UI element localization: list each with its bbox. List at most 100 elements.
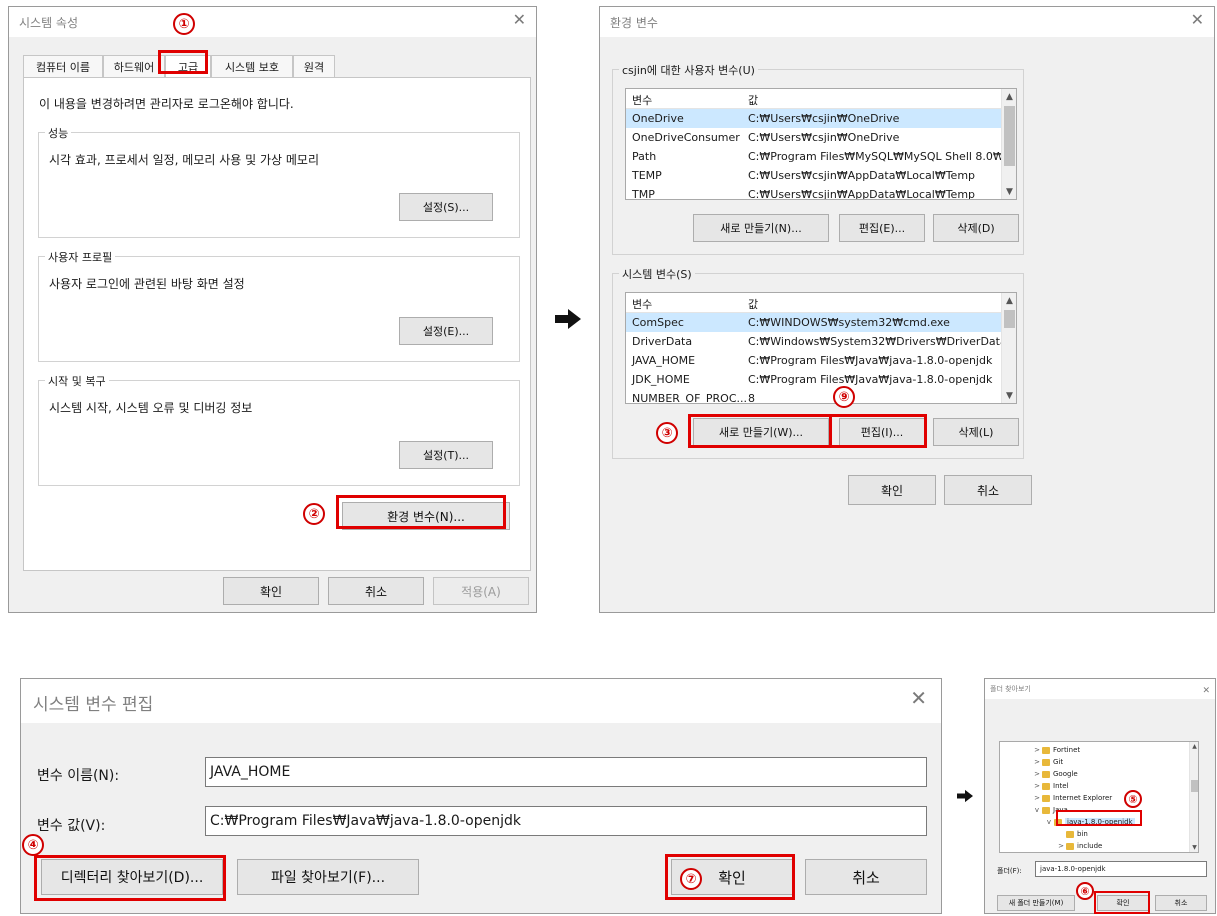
- scroll-up-icon[interactable]: ▲: [1002, 293, 1016, 308]
- browse-file-button[interactable]: 파일 찾아보기(F)...: [237, 859, 419, 895]
- cancel-button[interactable]: 취소: [805, 859, 927, 895]
- variable-name: OneDriveConsumer: [632, 131, 740, 144]
- apply-button[interactable]: 적용(A): [433, 577, 529, 605]
- user-edit-button[interactable]: 편집(E)...: [839, 214, 925, 242]
- variable-name: DriverData: [632, 335, 693, 348]
- chevron-right-icon[interactable]: >: [1032, 770, 1042, 778]
- tree-item-label: bin: [1077, 830, 1088, 838]
- startup-recovery-settings-button[interactable]: 설정(T)...: [399, 441, 493, 469]
- tab-remote[interactable]: 원격: [293, 55, 335, 77]
- new-folder-button[interactable]: 새 폴더 만들기(M): [997, 895, 1075, 911]
- scroll-down-icon[interactable]: ▼: [1190, 843, 1198, 852]
- system-delete-button[interactable]: 삭제(L): [933, 418, 1019, 446]
- column-variable[interactable]: 변수: [632, 296, 652, 312]
- step-5-badge: ⑤: [1124, 790, 1142, 808]
- column-variable[interactable]: 변수: [632, 92, 652, 108]
- folder-field[interactable]: java-1.8.0-openjdk: [1035, 861, 1207, 877]
- folder-icon: [1042, 758, 1050, 766]
- chevron-down-icon[interactable]: v: [1044, 818, 1054, 826]
- performance-group: 성능 시각 효과, 프로세서 일정, 메모리 사용 및 가상 메모리 설정(S)…: [38, 125, 520, 238]
- chevron-right-icon[interactable]: >: [1032, 758, 1042, 766]
- vertical-scrollbar[interactable]: ▲ ▼: [1001, 89, 1016, 199]
- variable-name: Path: [632, 150, 657, 163]
- tree-item[interactable]: > Git: [1000, 756, 1063, 768]
- chevron-down-icon[interactable]: v: [1032, 806, 1042, 814]
- performance-settings-button[interactable]: 설정(S)...: [399, 193, 493, 221]
- list-item[interactable]: Path C:₩Program Files₩MySQL₩MySQL Shell …: [626, 147, 1014, 166]
- cancel-button[interactable]: 취소: [1155, 895, 1207, 911]
- list-header: 변수 값: [626, 293, 1001, 313]
- user-profile-desc: 사용자 로그인에 관련된 바탕 화면 설정: [49, 277, 245, 291]
- scroll-thumb[interactable]: [1191, 780, 1198, 792]
- window-title: 폴더 찾아보기: [990, 685, 1031, 693]
- chevron-right-icon[interactable]: >: [1056, 842, 1066, 850]
- list-item[interactable]: TEMP C:₩Users₩csjin₩AppData₩Local₩Temp: [626, 166, 1001, 185]
- folder-icon: [1042, 794, 1050, 802]
- chevron-right-icon[interactable]: >: [1032, 794, 1042, 802]
- close-icon[interactable]: ✕: [1202, 682, 1210, 700]
- column-value[interactable]: 값: [748, 92, 758, 108]
- startup-recovery-title: 시작 및 복구: [45, 373, 109, 389]
- list-item[interactable]: JDK_HOME C:₩Program Files₩Java₩java-1.8.…: [626, 370, 1001, 389]
- list-item[interactable]: OneDriveConsumer C:₩Users₩csjin₩OneDrive: [626, 128, 1001, 147]
- list-item[interactable]: JAVA_HOME C:₩Program Files₩Java₩java-1.8…: [626, 351, 1001, 370]
- step-4-highlight: [34, 855, 226, 901]
- scroll-thumb[interactable]: [1004, 310, 1015, 328]
- user-variables-group: csjin에 대한 사용자 변수(U) 변수 값 OneDrive C:₩Use…: [612, 62, 1024, 255]
- chevron-right-icon[interactable]: >: [1032, 782, 1042, 790]
- scroll-down-icon[interactable]: ▼: [1002, 184, 1016, 199]
- step-9-highlight: [829, 414, 927, 448]
- variable-name: ComSpec: [632, 316, 684, 329]
- tab-hardware[interactable]: 하드웨어: [103, 55, 165, 77]
- scroll-up-icon[interactable]: ▲: [1002, 89, 1016, 104]
- variable-name-field[interactable]: JAVA_HOME: [205, 757, 927, 787]
- tree-item-label: Git: [1053, 758, 1064, 766]
- close-icon[interactable]: ✕: [1191, 11, 1204, 29]
- list-item[interactable]: OneDrive C:₩Users₩csjin₩OneDrive: [626, 109, 1001, 128]
- ok-button[interactable]: 확인: [223, 577, 319, 605]
- tree-item[interactable]: bin: [1000, 828, 1088, 840]
- variable-name: JDK_HOME: [632, 373, 690, 386]
- admin-notice: 이 내용을 변경하려면 관리자로 로그온해야 합니다.: [39, 97, 294, 111]
- list-item[interactable]: ComSpec C:₩WINDOWS₩system32₩cmd.exe: [626, 313, 1001, 332]
- folder-icon: [1066, 842, 1074, 850]
- step-6-badge: ⑥: [1076, 882, 1094, 900]
- cancel-button[interactable]: 취소: [944, 475, 1032, 505]
- scroll-down-icon[interactable]: ▼: [1002, 388, 1016, 403]
- system-properties-titlebar: 시스템 속성 ✕: [9, 7, 536, 37]
- arrow-right-icon: [957, 789, 973, 803]
- tree-item[interactable]: > Intel: [1000, 780, 1068, 792]
- vertical-scrollbar[interactable]: ▲ ▼: [1001, 293, 1016, 403]
- list-item[interactable]: TMP C:₩Users₩csjin₩AppData₩Local₩Temp: [626, 185, 1001, 199]
- variable-value-label: 변수 값(V):: [37, 818, 106, 834]
- user-variables-list[interactable]: 변수 값 OneDrive C:₩Users₩csjin₩OneDrive On…: [625, 88, 1017, 200]
- column-value[interactable]: 값: [748, 296, 758, 312]
- variable-value-field[interactable]: C:₩Program Files₩Java₩java-1.8.0-openjdk: [205, 806, 927, 836]
- tab-computer-name[interactable]: 컴퓨터 이름: [23, 55, 103, 77]
- close-icon[interactable]: ✕: [513, 11, 526, 29]
- tab-system-protection[interactable]: 시스템 보호: [211, 55, 293, 77]
- window-title: 시스템 변수 편집: [33, 695, 154, 715]
- list-item[interactable]: NUMBER_OF_PROC... 8: [626, 389, 1001, 403]
- tree-item[interactable]: > Fortinet: [1000, 744, 1080, 756]
- user-new-button[interactable]: 새로 만들기(N)...: [693, 214, 829, 242]
- tree-item-label: include: [1077, 842, 1103, 850]
- cancel-button[interactable]: 취소: [328, 577, 424, 605]
- tree-item[interactable]: > Google: [1000, 768, 1078, 780]
- vertical-scrollbar[interactable]: ▲ ▼: [1189, 742, 1198, 852]
- scroll-up-icon[interactable]: ▲: [1190, 742, 1198, 751]
- tree-item[interactable]: > include: [1000, 840, 1102, 852]
- user-variables-title: csjin에 대한 사용자 변수(U): [619, 62, 758, 78]
- chevron-right-icon[interactable]: >: [1032, 746, 1042, 754]
- folder-tree[interactable]: > Fortinet > Git > Google > Intel > Internet …: [999, 741, 1199, 853]
- user-profile-title: 사용자 프로필: [45, 249, 116, 265]
- tree-item[interactable]: > Internet Explorer: [1000, 792, 1112, 804]
- user-profile-settings-button[interactable]: 설정(E)...: [399, 317, 493, 345]
- system-variables-list[interactable]: 변수 값 ComSpec C:₩WINDOWS₩system32₩cmd.exe…: [625, 292, 1017, 404]
- variable-value: C:₩Users₩csjin₩OneDrive: [748, 112, 900, 125]
- ok-button[interactable]: 확인: [848, 475, 936, 505]
- close-icon[interactable]: ✕: [910, 688, 927, 708]
- user-delete-button[interactable]: 삭제(D): [933, 214, 1019, 242]
- scroll-thumb[interactable]: [1004, 106, 1015, 166]
- list-item[interactable]: DriverData C:₩Windows₩System32₩Drivers₩D…: [626, 332, 1007, 351]
